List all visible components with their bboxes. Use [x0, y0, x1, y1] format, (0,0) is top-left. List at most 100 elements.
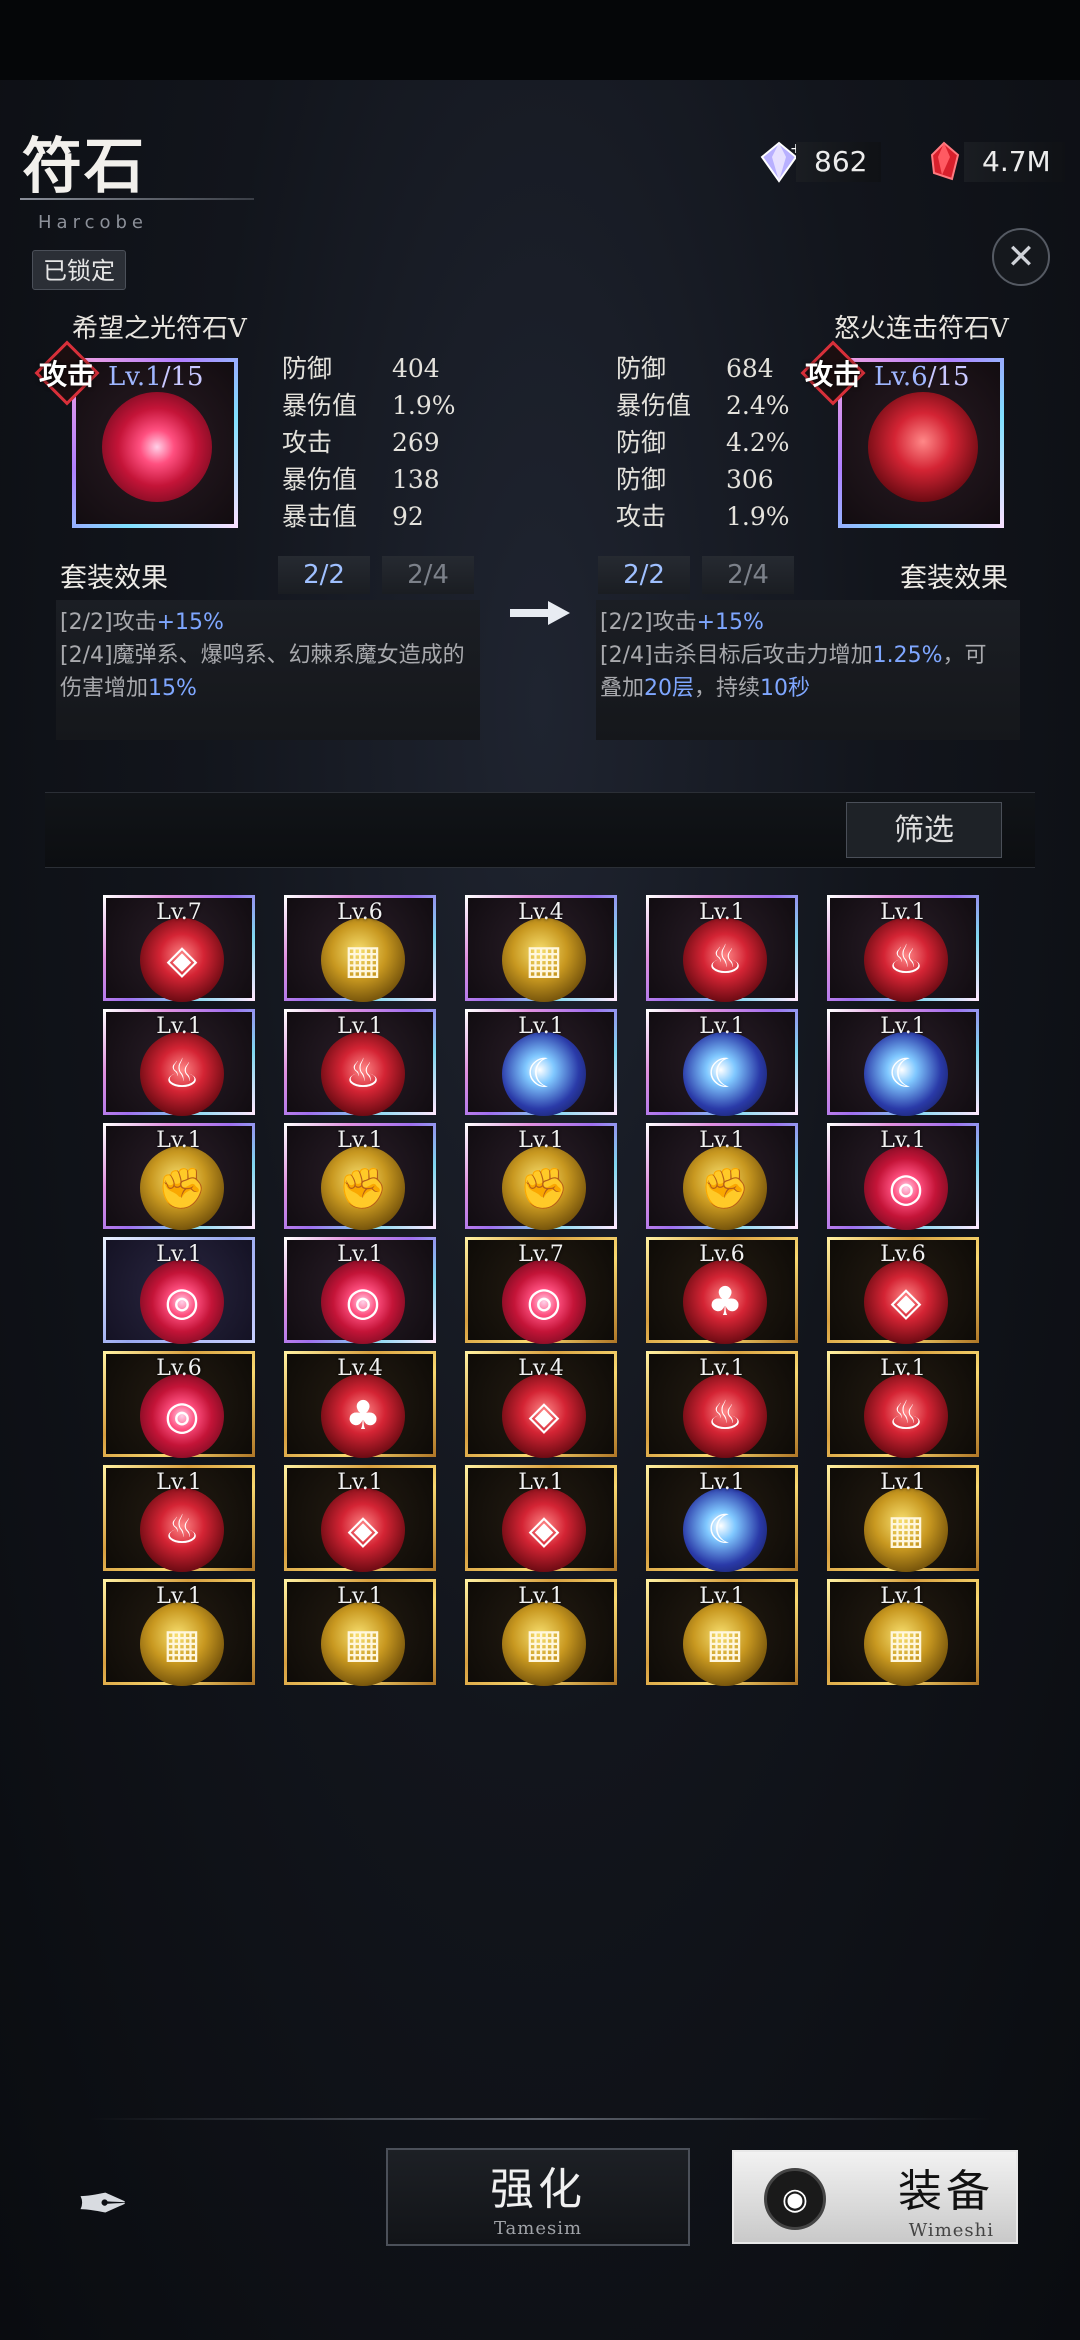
- rune-tile[interactable]: Lv.7 ◈: [103, 895, 255, 1002]
- gem-count: 862: [796, 142, 882, 182]
- rune-gold-icon: ▦: [321, 1602, 405, 1686]
- rune-tile[interactable]: Lv.1 ☾: [827, 1009, 979, 1116]
- rune-tile[interactable]: Lv.1 ◈: [284, 1465, 436, 1572]
- rune-tile-level: Lv.1: [337, 1584, 383, 1609]
- rune-pink-icon: ◎: [140, 1374, 224, 1458]
- rune-tile-level: Lv.1: [699, 1470, 745, 1495]
- status-bar-area: [0, 0, 1080, 80]
- rune-tile-level: Lv.1: [880, 1584, 926, 1609]
- rune-red-icon: ◈: [864, 1260, 948, 1344]
- rune-red-icon: ♨: [683, 1374, 767, 1458]
- rune-tile[interactable]: Lv.1 ♨: [827, 895, 979, 1002]
- rune-tile-level: Lv.1: [518, 1128, 564, 1153]
- rune-tile[interactable]: Lv.1 ▦: [827, 1465, 979, 1572]
- rune-tile-level: Lv.1: [880, 1128, 926, 1153]
- rune-inventory-grid: Lv.7 ◈ Lv.6 ▦ Lv.4 ▦ Lv.1 ♨ Lv.1 ♨ Lv.1 ♨ Lv.1 ♨ Lv.1 ☾…: [103, 895, 983, 2080]
- rune-tile[interactable]: Lv.7 ◎: [465, 1237, 617, 1344]
- stat-row: 暴伤值 1.9%: [282, 391, 456, 420]
- rune-gold-icon: ▦: [864, 1602, 948, 1686]
- rune-tile[interactable]: Lv.6 ◈: [827, 1237, 979, 1344]
- rune-tile[interactable]: Lv.4 ▦: [465, 895, 617, 1002]
- right-set-tab-2-4[interactable]: 2/4: [702, 556, 794, 594]
- rune-tile[interactable]: Lv.1 ▦: [646, 1579, 798, 1686]
- rune-red-icon: ♨: [140, 1488, 224, 1572]
- crossed-swords-icon[interactable]: ✕: [992, 228, 1050, 286]
- rune-tile[interactable]: Lv.1 ♨: [827, 1351, 979, 1458]
- rune-gold-icon: ▦: [502, 1602, 586, 1686]
- equip-button[interactable]: ◉ 装备 Wimeshi: [732, 2150, 1018, 2244]
- rune-tile[interactable]: Lv.1 ▦: [465, 1579, 617, 1686]
- rune-gold-icon: ▦: [502, 918, 586, 1002]
- gem-currency[interactable]: + 862: [756, 140, 882, 184]
- left-rune-stats: 防御 404 暴伤值 1.9% 攻击 269 暴伤值 138 暴击值 92: [282, 350, 456, 535]
- rune-gold-icon: ✊: [502, 1146, 586, 1230]
- rune-tile[interactable]: Lv.1 ♨: [103, 1465, 255, 1572]
- rune-tile[interactable]: Lv.1 ◎: [103, 1237, 255, 1344]
- left-rune-name: 希望之光符石Ⅴ: [72, 314, 247, 344]
- right-rune-level: Lv.6/15: [874, 362, 970, 392]
- rune-tile[interactable]: Lv.1 ♨: [646, 1351, 798, 1458]
- rune-tile-level: Lv.1: [337, 1128, 383, 1153]
- rune-tile[interactable]: Lv.1 ◎: [827, 1123, 979, 1230]
- rune-tile-level: Lv.1: [156, 1584, 202, 1609]
- rune-gold-icon: ✊: [321, 1146, 405, 1230]
- rune-blue-icon: ☾: [864, 1032, 948, 1116]
- rune-tile-level: Lv.4: [337, 1356, 383, 1381]
- rune-tile[interactable]: Lv.6 ▦: [284, 895, 436, 1002]
- title-divider: [20, 198, 254, 200]
- rune-pink-icon: ◎: [321, 1260, 405, 1344]
- compare-arrow-icon: [510, 601, 570, 625]
- rune-red-icon: ◈: [140, 918, 224, 1002]
- rune-red-icon: ♣: [321, 1374, 405, 1458]
- rune-tile[interactable]: Lv.1 ☾: [646, 1465, 798, 1572]
- rune-tile[interactable]: Lv.1 ☾: [646, 1009, 798, 1116]
- right-set-tab-2-2[interactable]: 2/2: [598, 556, 690, 594]
- stat-row: 暴击值 92: [282, 502, 424, 531]
- rune-tile-level: Lv.7: [518, 1242, 564, 1267]
- rune-tile[interactable]: Lv.1 ♨: [284, 1009, 436, 1116]
- rune-red-icon: ◈: [321, 1488, 405, 1572]
- rune-tile[interactable]: Lv.1 ✊: [465, 1123, 617, 1230]
- rune-tile[interactable]: Lv.1 ▦: [827, 1579, 979, 1686]
- left-set-tab-2-2[interactable]: 2/2: [278, 556, 370, 594]
- rune-tile-level: Lv.1: [880, 1356, 926, 1381]
- flame-rune-icon: [868, 392, 978, 502]
- rune-tile[interactable]: Lv.1 ✊: [284, 1123, 436, 1230]
- enhance-button[interactable]: 强化 Tamesim: [386, 2148, 690, 2246]
- left-set-tab-2-4[interactable]: 2/4: [382, 556, 474, 594]
- rune-tile-level: Lv.1: [518, 1014, 564, 1039]
- quill-back-icon[interactable]: ✒: [58, 2160, 148, 2250]
- rune-tile-level: Lv.1: [699, 1584, 745, 1609]
- rune-tile[interactable]: Lv.1 ♨: [103, 1009, 255, 1116]
- rune-tile[interactable]: Lv.4 ◈: [465, 1351, 617, 1458]
- stat-row: 防御 4.2%: [616, 428, 790, 457]
- right-set-effect-desc: [2/2]攻击+15% [2/4]击杀目标后攻击力增加1.25%，可 叠加20层…: [596, 600, 1020, 740]
- rune-tile[interactable]: Lv.6 ♣: [646, 1237, 798, 1344]
- rune-pink-icon: ◎: [140, 1260, 224, 1344]
- rune-tile[interactable]: Lv.1 ▦: [284, 1579, 436, 1686]
- rune-tile[interactable]: Lv.1 ▦: [103, 1579, 255, 1686]
- crystal-currency[interactable]: 4.7M: [924, 140, 1065, 184]
- rune-tile[interactable]: Lv.1 ✊: [103, 1123, 255, 1230]
- rune-red-icon: ♨: [140, 1032, 224, 1116]
- right-set-effect-title: 套装效果: [900, 563, 1008, 594]
- rune-tile[interactable]: Lv.6 ◎: [103, 1351, 255, 1458]
- left-set-effect-desc: [2/2]攻击+15% [2/4]魔弹系、爆鸣系、幻棘系魔女造成的 伤害增加15…: [56, 600, 480, 740]
- rune-blue-icon: ☾: [683, 1032, 767, 1116]
- right-rune-name: 怒火连击符石Ⅴ: [834, 314, 1009, 344]
- filter-button[interactable]: 筛选: [846, 802, 1002, 858]
- rune-tile[interactable]: Lv.1 ◎: [284, 1237, 436, 1344]
- rune-tile[interactable]: Lv.4 ♣: [284, 1351, 436, 1458]
- locked-badge[interactable]: 已锁定: [32, 250, 126, 290]
- rune-tile[interactable]: Lv.1 ◈: [465, 1465, 617, 1572]
- rune-tile[interactable]: Lv.1 ✊: [646, 1123, 798, 1230]
- rune-tile[interactable]: Lv.1 ☾: [465, 1009, 617, 1116]
- rune-red-icon: ♨: [321, 1032, 405, 1116]
- stat-row: 防御 404: [282, 354, 440, 383]
- stat-row: 暴伤值 2.4%: [616, 391, 790, 420]
- rune-tile-level: Lv.1: [156, 1128, 202, 1153]
- rune-tile[interactable]: Lv.1 ♨: [646, 895, 798, 1002]
- rune-tile-level: Lv.1: [880, 1014, 926, 1039]
- left-rune-level: Lv.1/15: [108, 362, 204, 392]
- rune-gold-icon: ✊: [140, 1146, 224, 1230]
